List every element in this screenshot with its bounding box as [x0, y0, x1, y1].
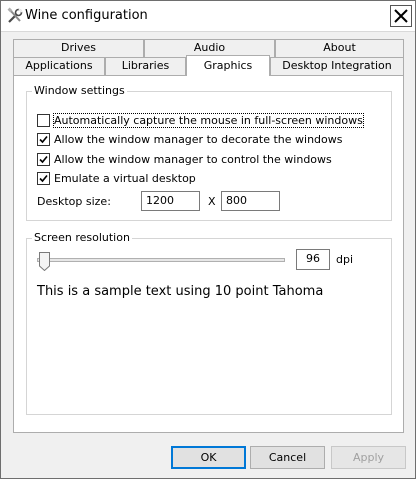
cancel-button[interactable]: Cancel — [250, 446, 325, 469]
dpi-slider-track[interactable] — [37, 258, 285, 262]
decorate-windows-label: Allow the window manager to decorate the… — [54, 133, 343, 146]
virtual-desktop-label: Emulate a virtual desktop — [54, 172, 196, 185]
checkmark-icon — [39, 155, 48, 164]
font-sample-text: This is a sample text using 10 point Tah… — [37, 284, 324, 299]
desktop-height-input[interactable]: 800 — [221, 191, 280, 211]
desktop-width-input[interactable]: 1200 — [141, 191, 200, 211]
control-windows-checkbox[interactable] — [37, 153, 50, 166]
tab-desktop-integration[interactable]: Desktop Integration — [270, 57, 404, 75]
checkmark-icon — [39, 135, 48, 144]
dpi-slider-thumb[interactable] — [39, 252, 50, 271]
graphics-panel: Window settings Automatically capture th… — [13, 75, 404, 433]
window-settings-group: Window settings Automatically capture th… — [26, 84, 392, 221]
dpi-unit-label: dpi — [336, 253, 354, 266]
control-windows-label: Allow the window manager to control the … — [54, 153, 332, 166]
virtual-desktop-checkbox[interactable] — [37, 172, 50, 185]
ok-button[interactable]: OK — [171, 446, 246, 469]
close-icon — [394, 9, 408, 23]
close-button[interactable] — [390, 5, 412, 27]
tab-about[interactable]: About — [275, 39, 404, 57]
wine-config-window: Wine configuration Drives Audio About Ap… — [0, 0, 416, 479]
title-bar[interactable]: Wine configuration — [1, 1, 415, 32]
apply-button[interactable]: Apply — [331, 446, 406, 469]
tab-drives[interactable]: Drives — [13, 39, 144, 57]
decorate-windows-checkbox[interactable] — [37, 133, 50, 146]
checkmark-icon — [39, 174, 48, 183]
wine-tools-icon — [6, 7, 24, 25]
window-title: Wine configuration — [25, 8, 148, 23]
dpi-input[interactable]: 96 — [296, 249, 330, 270]
desktop-size-label: Desktop size: — [37, 195, 111, 208]
capture-mouse-label: Automatically capture the mouse in full-… — [53, 113, 364, 128]
screen-resolution-group: Screen resolution 96 dpi This is a sampl… — [26, 231, 392, 415]
tab-applications[interactable]: Applications — [13, 57, 105, 75]
size-separator: X — [208, 195, 216, 208]
tab-graphics[interactable]: Graphics — [186, 55, 270, 76]
capture-mouse-checkbox[interactable] — [37, 114, 50, 127]
window-settings-title: Window settings — [32, 84, 127, 97]
tab-libraries[interactable]: Libraries — [105, 57, 186, 75]
screen-resolution-title: Screen resolution — [32, 231, 132, 244]
